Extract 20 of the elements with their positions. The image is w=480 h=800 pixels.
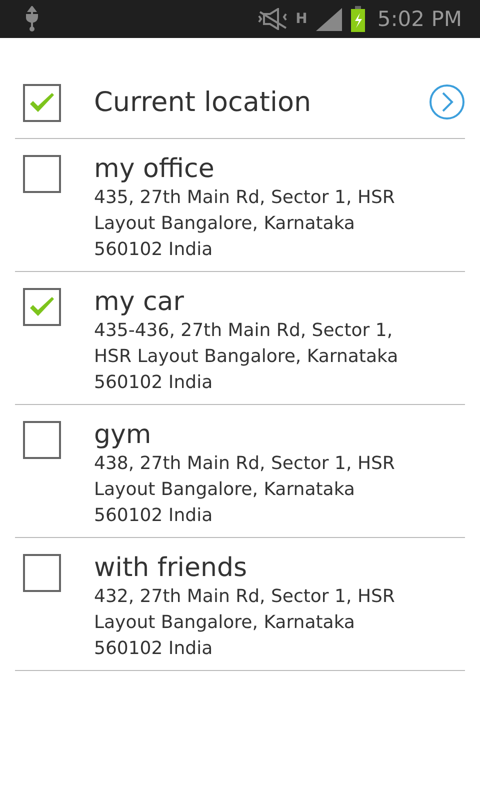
place-address: 438, 27th Main Rd, Sector 1, HSR Layout Bangalore, Karnataka 560102 India — [94, 452, 396, 528]
checkbox[interactable] — [23, 554, 61, 592]
place-name: with friends — [94, 552, 248, 584]
place-address: 432, 27th Main Rd, Sector 1, HSR Layout Bangalore, Karnataka 560102 India — [94, 585, 396, 661]
usb-icon — [24, 6, 40, 32]
checkbox[interactable] — [23, 84, 61, 122]
mute-vibrate-icon — [258, 8, 288, 30]
checkbox[interactable] — [23, 288, 61, 326]
clock-time: 5:02 PM — [377, 7, 462, 31]
place-address: 435-436, 27th Main Rd, Sector 1, HSR Layout Bangalore, Karnataka 560102 India — [94, 319, 400, 395]
current-location-label[interactable]: Current location — [94, 86, 396, 118]
checkbox[interactable] — [23, 155, 61, 193]
network-type-indicator: H — [296, 11, 308, 27]
place-name: my office — [94, 153, 216, 185]
place-name: gym — [94, 419, 152, 451]
place-address: 435, 27th Main Rd, Sector 1, HSR Layout Bangalore, Karnataka 560102 India — [94, 186, 396, 262]
signal-icon — [315, 7, 344, 31]
checkbox[interactable] — [23, 421, 61, 459]
place-name: my car — [94, 286, 185, 318]
chevron-right-circle-icon[interactable] — [429, 84, 465, 120]
